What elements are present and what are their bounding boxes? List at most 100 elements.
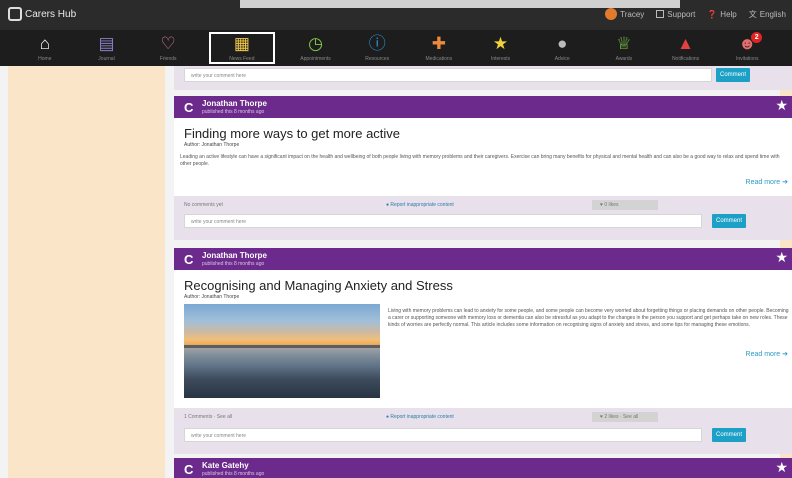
read-more-label: Read more [745,351,781,358]
read-more-link[interactable]: Read more ➔ [746,178,788,186]
translate-icon: 文 [748,9,757,19]
c-avatar-icon: C [184,462,194,477]
support-label: Support [667,9,696,19]
comment-input[interactable]: write your comment here [184,214,702,228]
favorite-star-icon[interactable]: ★ [775,459,788,476]
post-author[interactable]: Kate Gatehy [202,461,249,470]
read-more-link[interactable]: Read more ➔ [746,350,788,358]
post-author[interactable]: Jonathan Thorpe [202,251,267,260]
comment-count[interactable]: 1 Comments · See all [184,414,232,420]
hourglass-icon [8,7,22,21]
nav-home[interactable]: ⌂ Home [14,30,76,66]
post-header: C Jonathan Thorpe published this 8 month… [174,248,792,270]
nav-notifications[interactable]: ▲ Notifications [655,30,717,66]
like-button[interactable]: ♥ 2 likes · See all [592,412,658,422]
nav-advice[interactable]: ● Advice [531,30,593,66]
star-icon: ★ [492,33,509,53]
top-bar: Carers Hub Tracey Support ❓ Help 文 Engli… [0,0,792,30]
post-body: Finding more ways to get more active Aut… [174,118,792,196]
previous-post-footer: write your comment here Comment [174,66,792,90]
invite-icon: ☻ 2 [738,31,763,55]
nav-label: Invitations [735,55,759,62]
nav-invitations[interactable]: ☻ 2 Invitations [716,30,778,66]
comment-input[interactable]: write your comment here [184,428,702,442]
post-footer: 1 Comments · See all ● Report inappropri… [174,408,792,454]
read-more-label: Read more [745,179,781,186]
nav-label: Interests [490,55,511,62]
brand-name: Carers Hub [25,8,77,20]
post-title[interactable]: Finding more ways to get more active [184,126,400,141]
comment-button[interactable]: Comment [716,68,750,82]
chat-icon: ● [557,33,568,53]
nav-label: Journal [98,55,115,62]
post-time: published this 8 months ago [202,471,265,477]
comment-input[interactable]: write your comment here [184,68,712,82]
nav-label: Friends [159,55,177,62]
report-link[interactable]: ● Report inappropriate content [386,202,454,208]
handshake-icon: ♡ [160,33,176,53]
post-time: published this 8 months ago [202,261,265,267]
help-label: Help [720,9,737,19]
notification-badge: 2 [751,31,763,43]
post-byline: Author: Jonathan Thorpe [184,294,240,300]
language-link[interactable]: 文 English [749,9,786,20]
medkit-icon: ✚ [431,33,446,53]
left-sidebar [8,66,165,478]
likes-text: 0 likes [604,202,619,208]
nav-resources[interactable]: ⓘ Resources [346,30,408,66]
report-label: Report inappropriate content [390,202,454,208]
comment-button[interactable]: Comment [712,214,746,228]
nav-journal[interactable]: ▤ Journal [76,30,138,66]
report-link[interactable]: ● Report inappropriate content [386,414,454,420]
user-name: Tracey [620,9,645,19]
avatar-icon [605,8,618,20]
post-summary: Living with memory problems can lead to … [388,308,789,328]
nav-label: Home [38,55,52,62]
report-label: Report inappropriate content [390,414,454,420]
user-menu[interactable]: Tracey [605,8,644,20]
journal-icon: ▤ [98,33,115,53]
c-avatar-icon: C [184,252,194,267]
bell-icon: ▲ [677,33,694,53]
newsfeed-icon: ▦ [233,33,250,53]
language-label: English [759,9,786,19]
nav-label: Notifications [671,55,700,62]
like-button[interactable]: ♥ 0 likes [592,200,658,210]
post-byline: Author: Jonathan Thorpe [184,142,240,148]
nav-label: Resources [365,55,390,62]
post-image[interactable] [184,304,380,398]
likes-text: 2 likes · See all [604,414,639,420]
nav-awards[interactable]: ♕ Awards [593,30,655,66]
help-link[interactable]: ❓ Help [707,10,736,19]
post-header: C Kate Gatehy published this 8 months ag… [174,458,792,478]
favorite-star-icon[interactable]: ★ [775,97,788,114]
nav-friends[interactable]: ♡ Friends [137,30,199,66]
monitor-icon [656,10,665,18]
c-avatar-icon: C [184,100,194,115]
nav-interests[interactable]: ★ Interests [470,30,532,66]
nav-label: News Feed [229,55,255,62]
comment-count: No comments yet [184,202,223,208]
browser-strip [240,0,680,8]
home-icon: ⌂ [39,33,50,53]
nav-label: Awards [615,55,633,62]
help-icon: ❓ [707,9,718,19]
post-author[interactable]: Jonathan Thorpe [202,99,267,108]
post-body: Recognising and Managing Anxiety and Str… [174,270,792,408]
post-footer: No comments yet ● Report inappropriate c… [174,196,792,240]
post-title[interactable]: Recognising and Managing Anxiety and Str… [184,278,453,293]
top-links: Tracey Support ❓ Help 文 English [605,8,786,20]
brand-logo[interactable]: Carers Hub [8,7,76,21]
nav-appointments[interactable]: ◷ Appointments [285,30,347,66]
post-header: C Jonathan Thorpe published this 8 month… [174,96,792,118]
nav-news-feed[interactable]: ▦ News Feed [209,32,275,64]
favorite-star-icon[interactable]: ★ [775,249,788,266]
nav-label: Appointments [300,55,331,62]
comment-button[interactable]: Comment [712,428,746,442]
post-summary: Leading an active lifestyle can have a s… [180,154,780,167]
nav-label: Medications [425,55,453,62]
trophy-icon: ♕ [616,33,632,53]
main-nav: ⌂ Home ▤ Journal ♡ Friends ▦ News Feed ◷… [0,30,792,66]
support-link[interactable]: Support [656,10,695,19]
nav-medications[interactable]: ✚ Medications [408,30,470,66]
